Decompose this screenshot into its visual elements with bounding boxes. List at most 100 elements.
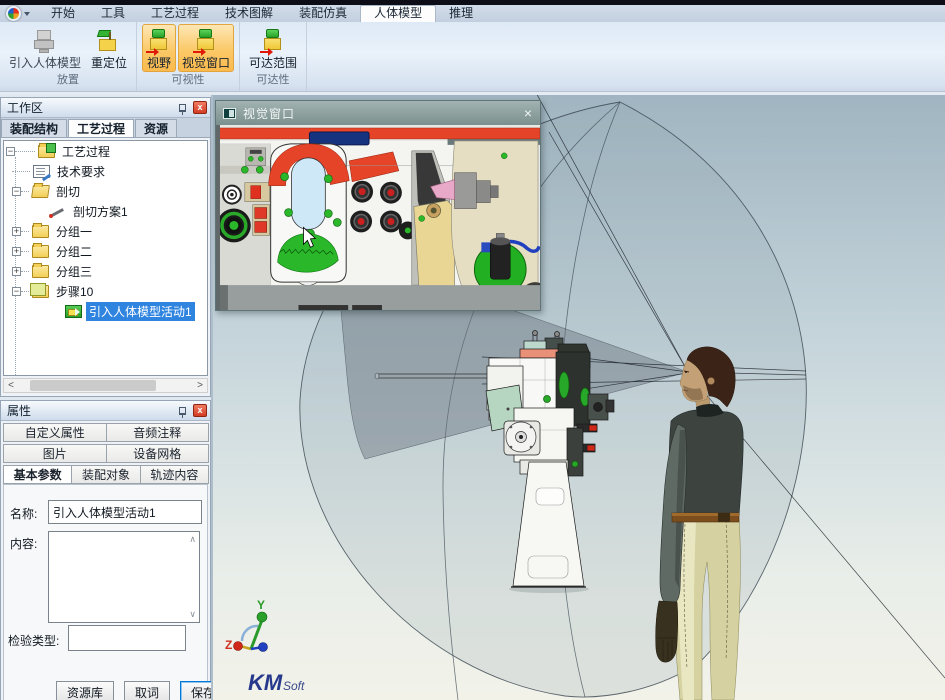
relocate-button[interactable]: 重定位 xyxy=(87,24,131,72)
vision-window-titlebar[interactable]: 视觉窗口 × xyxy=(216,101,540,125)
axis-y-label: Y xyxy=(257,598,265,612)
workspace-tab-strip: 装配结构 工艺过程 资源 xyxy=(1,118,210,138)
properties-tab-row-3: 基本参数 装配对象 轨迹内容 xyxy=(3,465,208,484)
ribbon-group-placement: 引入人体模型 重定位 放置 xyxy=(0,22,137,91)
ribbon-group-visibility: 视野 视觉窗口 可视性 xyxy=(137,22,240,91)
workspace-panel-header: 工作区 xyxy=(1,98,210,118)
tree-item-section-plan-1[interactable]: 剖切方案1 xyxy=(4,201,207,221)
tab-basic-params[interactable]: 基本参数 xyxy=(3,465,72,484)
menu-tab-assembly-sim[interactable]: 装配仿真 xyxy=(286,5,360,22)
fetch-word-button[interactable]: 取词 xyxy=(124,681,170,700)
relocate-icon xyxy=(96,28,122,56)
collapse-icon[interactable] xyxy=(6,147,15,156)
import-human-model-button[interactable]: 引入人体模型 xyxy=(5,24,85,72)
check-type-field[interactable] xyxy=(68,625,186,651)
application-window: 开始 工具 工艺过程 技术图解 装配仿真 人体模型 推理 引入人体模型 重定位 … xyxy=(0,0,945,700)
menu-tab-reasoning[interactable]: 推理 xyxy=(436,5,486,22)
tab-audio-notes[interactable]: 音频注释 xyxy=(106,423,210,442)
collapse-icon[interactable] xyxy=(12,287,21,296)
expand-icon[interactable] xyxy=(12,267,21,276)
menu-tab-tools[interactable]: 工具 xyxy=(88,5,138,22)
field-of-view-button[interactable]: 视野 xyxy=(142,24,176,72)
name-field[interactable] xyxy=(48,500,202,524)
tree-item-group-3[interactable]: 分组三 xyxy=(4,261,207,281)
form-buttons: 资源库 取词 保存 xyxy=(4,681,207,700)
tree-item-process-root[interactable]: 工艺过程 xyxy=(4,141,207,161)
tab-images[interactable]: 图片 xyxy=(3,444,107,463)
vision-window[interactable]: 视觉窗口 × xyxy=(215,100,541,311)
tab-device-mesh[interactable]: 设备网格 xyxy=(106,444,210,463)
tree-horizontal-scrollbar[interactable] xyxy=(3,378,208,393)
tree-item-section[interactable]: 剖切 xyxy=(4,181,207,201)
workspace-panel: 工作区 装配结构 工艺过程 资源 工艺过程 技术要求 xyxy=(0,97,211,397)
properties-panel-header: 属性 xyxy=(1,401,210,421)
3d-viewport[interactable]: Y Z KM Soft 视觉窗口 × xyxy=(213,95,945,700)
folder-icon xyxy=(32,245,49,258)
ribbon: 引入人体模型 重定位 放置 视野 视觉窗口 可视性 xyxy=(0,22,945,92)
scrollbar-thumb[interactable] xyxy=(30,380,156,391)
scroll-left-icon[interactable] xyxy=(4,380,18,391)
collapse-icon[interactable] xyxy=(12,187,21,196)
tree-item-step-10[interactable]: 步骤10 xyxy=(4,281,207,301)
tab-assembly-structure[interactable]: 装配结构 xyxy=(1,119,67,137)
tab-process[interactable]: 工艺过程 xyxy=(68,119,134,137)
import-human-model-icon xyxy=(32,28,58,56)
content-label: 内容: xyxy=(10,535,37,552)
vision-window-icon xyxy=(193,28,219,56)
open-folder-icon xyxy=(31,185,50,198)
chevron-down-icon xyxy=(24,12,30,16)
check-type-label: 检验类型: xyxy=(8,632,59,649)
tab-track-content[interactable]: 轨迹内容 xyxy=(140,465,209,484)
section-plan-icon xyxy=(49,205,66,218)
content-field[interactable] xyxy=(49,532,199,622)
menu-tab-start[interactable]: 开始 xyxy=(38,5,88,22)
resource-library-button[interactable]: 资源库 xyxy=(56,681,114,700)
tree-item-tech-requirements[interactable]: 技术要求 xyxy=(4,161,207,181)
close-icon[interactable]: × xyxy=(524,106,532,120)
expand-icon[interactable] xyxy=(12,227,21,236)
app-menu-button[interactable] xyxy=(0,6,38,22)
vision-window-icon xyxy=(223,108,236,119)
ribbon-group-label-placement: 放置 xyxy=(5,72,131,88)
field-of-view-icon xyxy=(146,28,172,56)
reach-range-button[interactable]: 可达范围 xyxy=(245,24,301,72)
vision-window-title: 视觉窗口 xyxy=(243,105,524,122)
properties-panel: 属性 自定义属性 音频注释 图片 设备网格 基本参数 装配对象 轨迹内容 名称:… xyxy=(0,400,211,700)
tech-requirements-icon xyxy=(33,165,50,178)
tab-resources[interactable]: 资源 xyxy=(135,119,177,137)
menu-tab-tech-illustration[interactable]: 技术图解 xyxy=(212,5,286,22)
properties-form: 名称: 内容: 检验类型: 资源库 取词 保存 xyxy=(3,484,208,700)
ribbon-group-label-visibility: 可视性 xyxy=(142,72,234,88)
app-logo-icon xyxy=(6,6,21,21)
brand-mark: KM xyxy=(248,670,283,695)
close-icon[interactable] xyxy=(193,404,207,417)
reach-range-icon xyxy=(260,28,286,56)
scroll-down-icon[interactable] xyxy=(189,609,196,620)
ribbon-group-label-reachability: 可达性 xyxy=(245,72,301,88)
close-icon[interactable] xyxy=(193,101,207,114)
menu-tab-human-model[interactable]: 人体模型 xyxy=(360,5,436,22)
scroll-right-icon[interactable] xyxy=(193,380,207,391)
folder-icon xyxy=(32,225,49,238)
properties-panel-title: 属性 xyxy=(7,402,179,419)
sidebar: 工作区 装配结构 工艺过程 资源 工艺过程 技术要求 xyxy=(0,95,211,700)
vision-window-button[interactable]: 视觉窗口 xyxy=(178,24,234,72)
brand-text: Soft xyxy=(283,679,305,693)
tab-custom-properties[interactable]: 自定义属性 xyxy=(3,423,107,442)
axis-z-label: Z xyxy=(225,638,232,652)
menu-tab-process[interactable]: 工艺过程 xyxy=(138,5,212,22)
steps-folder-icon xyxy=(32,285,49,298)
tab-assembly-objects[interactable]: 装配对象 xyxy=(71,465,140,484)
properties-tab-row-1: 自定义属性 音频注释 xyxy=(3,423,208,442)
scroll-up-icon[interactable] xyxy=(189,534,196,545)
process-folder-icon xyxy=(38,145,55,158)
vision-window-canvas[interactable] xyxy=(216,125,540,310)
menu-bar: 开始 工具 工艺过程 技术图解 装配仿真 人体模型 推理 xyxy=(0,5,945,22)
pin-icon[interactable] xyxy=(179,407,186,415)
tree-item-import-human-activity[interactable]: 引入人体模型活动1 xyxy=(4,301,207,321)
pin-icon[interactable] xyxy=(179,104,186,112)
folder-icon xyxy=(32,265,49,278)
tree-item-group-2[interactable]: 分组二 xyxy=(4,241,207,261)
tree-item-group-1[interactable]: 分组一 xyxy=(4,221,207,241)
expand-icon[interactable] xyxy=(12,247,21,256)
